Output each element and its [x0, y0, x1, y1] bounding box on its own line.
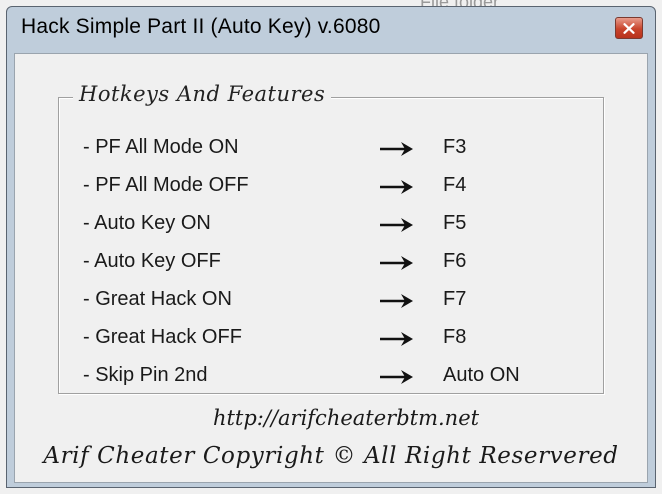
- close-button[interactable]: [615, 17, 643, 39]
- hotkey-feature-label: - PF All Mode OFF: [83, 174, 249, 196]
- hotkey-value: F3: [443, 136, 467, 158]
- hotkey-row: - Great Hack OFF F8: [59, 326, 603, 356]
- hotkey-feature-label: - PF All Mode ON: [83, 136, 239, 158]
- hotkey-row: - PF All Mode OFF F4: [59, 174, 603, 204]
- title-bar[interactable]: Hack Simple Part II (Auto Key) v.6080: [7, 7, 655, 51]
- arrow-right-icon: [380, 142, 413, 156]
- hotkey-feature-label: - Skip Pin 2nd: [83, 364, 208, 386]
- website-url: http://arifcheaterbtm.net: [212, 406, 480, 430]
- hotkey-row: - Auto Key ON F5: [59, 212, 603, 242]
- hotkey-value: F4: [443, 174, 467, 196]
- hotkey-row: - PF All Mode ON F3: [59, 136, 603, 166]
- hotkey-feature-label: - Great Hack OFF: [83, 326, 242, 348]
- hotkey-value: F8: [443, 326, 467, 348]
- hotkey-feature-label: - Great Hack ON: [83, 288, 232, 310]
- window-title: Hack Simple Part II (Auto Key) v.6080: [21, 15, 381, 38]
- hotkey-row: - Skip Pin 2nd Auto ON: [59, 364, 603, 394]
- arrow-right-icon: [380, 180, 413, 194]
- hotkeys-groupbox: Hotkeys And Features - PF All Mode ON F3-…: [58, 82, 604, 394]
- arrow-right-icon: [380, 370, 413, 384]
- hotkey-value: F5: [443, 212, 467, 234]
- arrow-right-icon: [380, 218, 413, 232]
- arrow-right-icon: [380, 256, 413, 270]
- app-window: Hack Simple Part II (Auto Key) v.6080 Ho…: [6, 6, 656, 488]
- hotkey-feature-label: - Auto Key ON: [83, 212, 211, 234]
- hotkey-row: - Great Hack ON F7: [59, 288, 603, 318]
- window-client-area: Hotkeys And Features - PF All Mode ON F3-…: [14, 53, 648, 483]
- groupbox-caption: Hotkeys And Features: [73, 82, 332, 106]
- arrow-right-icon: [380, 294, 413, 308]
- hotkey-value: F7: [443, 288, 467, 310]
- copyright-text: Arif Cheater Copyright © All Right Reser…: [43, 443, 619, 469]
- hotkey-value: F6: [443, 250, 467, 272]
- hotkey-feature-label: - Auto Key OFF: [83, 250, 221, 272]
- hotkey-row: - Auto Key OFF F6: [59, 250, 603, 280]
- close-icon: [623, 22, 635, 34]
- arrow-right-icon: [380, 332, 413, 346]
- hotkey-value: Auto ON: [443, 364, 520, 386]
